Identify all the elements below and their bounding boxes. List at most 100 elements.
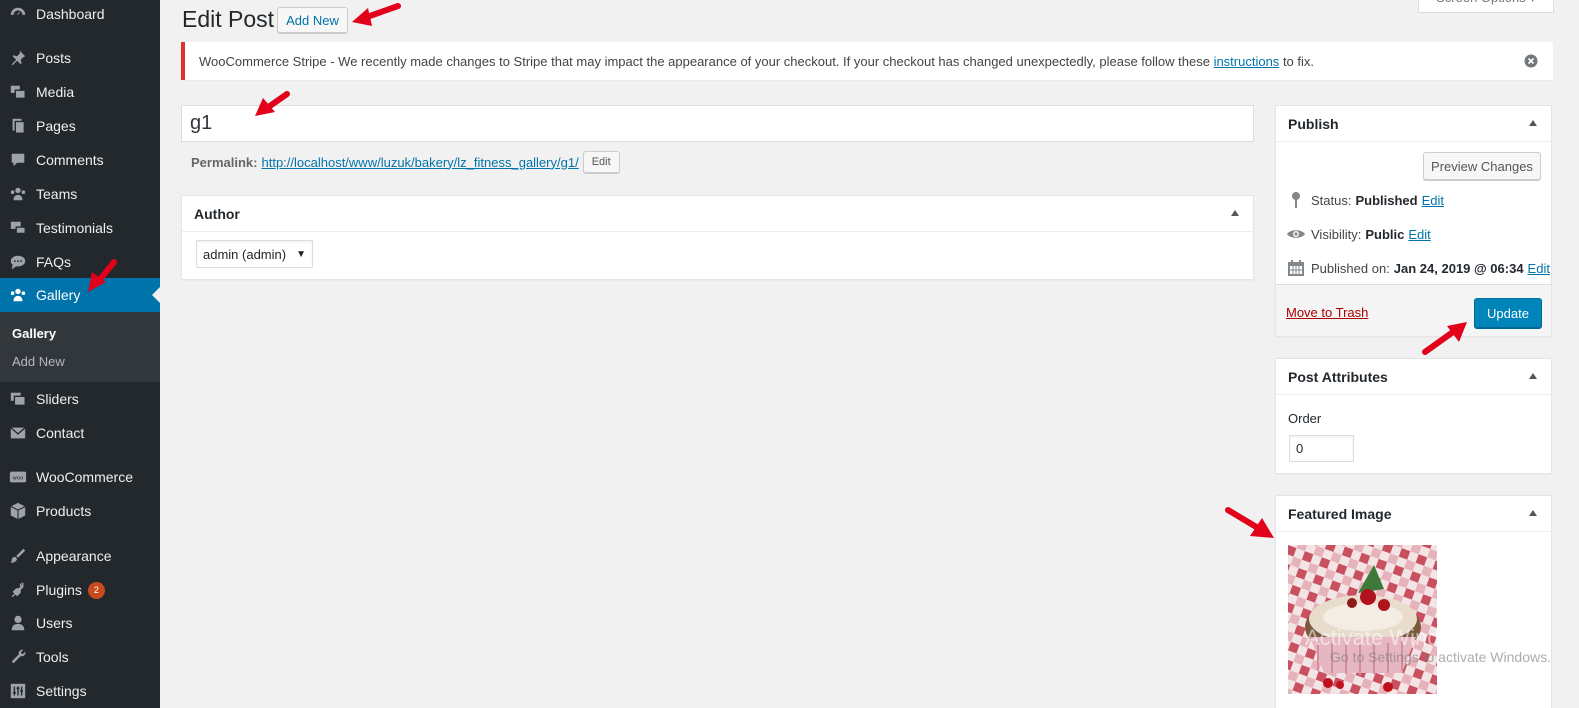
menu-sliders[interactable]: Sliders [0, 382, 160, 416]
visibility-row: Visibility: Public Edit [1286, 224, 1431, 244]
svg-text:woo: woo [13, 476, 24, 482]
menu-label: Media [36, 84, 75, 100]
annotation-arrow-update [1422, 322, 1467, 355]
menu-plugins[interactable]: Plugins 2 [0, 573, 160, 607]
menu-settings[interactable]: Settings [0, 674, 160, 708]
publish-metabox: Publish Preview Changes Status: Published… [1275, 105, 1552, 337]
annotation-arrow-gallery [88, 259, 117, 292]
dashboard-icon [8, 4, 28, 24]
email-icon [8, 423, 28, 443]
menu-faqs[interactable]: FAQs [0, 245, 160, 279]
visibility-edit-link[interactable]: Edit [1408, 227, 1430, 242]
menu-gallery[interactable]: Gallery [0, 278, 160, 312]
featured-image-title: Featured Image [1288, 505, 1392, 522]
screen-options-button[interactable]: Screen Options ▾ [1418, 0, 1554, 13]
menu-posts[interactable]: Posts [0, 41, 160, 75]
permalink-link[interactable]: http://localhost/www/luzuk/bakery/lz_fit… [261, 155, 578, 170]
settings-icon [8, 681, 28, 701]
author-metabox: Author admin (admin) ▼ [181, 195, 1254, 280]
activate-windows-watermark: Activate Windows [1305, 625, 1479, 650]
order-input[interactable]: 0 [1289, 435, 1354, 462]
menu-label: Testimonials [36, 220, 114, 236]
preview-changes-button[interactable]: Preview Changes [1423, 152, 1541, 180]
menu-testimonials[interactable]: Testimonials [0, 211, 160, 245]
admin-sidebar: Dashboard Posts Media Pages Comments Tea… [0, 0, 160, 708]
stripe-notice: WooCommerce Stripe - We recently made ch… [181, 42, 1553, 80]
post-attributes-metabox: Post Attributes Order 0 [1275, 358, 1552, 474]
plugin-icon [8, 580, 28, 600]
menu-label: Comments [36, 152, 104, 168]
post-title-input[interactable]: g1 [181, 105, 1254, 142]
submenu-gallery[interactable]: Gallery [12, 326, 56, 341]
annotation-arrow-featured-image [1225, 507, 1274, 538]
menu-label: Sliders [36, 391, 79, 407]
date-edit-link[interactable]: Edit [1528, 261, 1550, 276]
dismiss-icon[interactable] [1523, 53, 1539, 69]
menu-appearance[interactable]: Appearance [0, 539, 160, 573]
collapse-arrow-icon[interactable] [1529, 373, 1537, 379]
notice-text: WooCommerce Stripe - We recently made ch… [199, 53, 1315, 69]
add-new-button[interactable]: Add New [277, 7, 348, 33]
status-row: Status: Published Edit [1286, 190, 1444, 210]
publish-header[interactable]: Publish [1276, 106, 1551, 142]
pages-icon [8, 116, 28, 136]
comments-icon [8, 150, 28, 170]
notice-instructions-link[interactable]: instructions [1214, 54, 1280, 69]
groups-icon [8, 285, 28, 305]
collapse-arrow-icon[interactable] [1529, 510, 1537, 516]
menu-teams[interactable]: Teams [0, 177, 160, 211]
gallery-submenu: Gallery Add New [0, 312, 160, 382]
author-title: Author [194, 205, 240, 222]
page-title: Edit Post [182, 6, 275, 32]
menu-label: Appearance [36, 548, 112, 564]
author-header[interactable]: Author [182, 196, 1253, 232]
menu-label: FAQs [36, 254, 72, 270]
menu-label: Contact [36, 425, 85, 441]
menu-contact[interactable]: Contact [0, 416, 160, 450]
post-attributes-header[interactable]: Post Attributes [1276, 359, 1551, 395]
dropdown-arrow-icon: ▼ [296, 249, 306, 260]
menu-tools[interactable]: Tools [0, 640, 160, 674]
submenu-add-new[interactable]: Add New [12, 354, 65, 369]
status-edit-link[interactable]: Edit [1422, 193, 1444, 208]
menu-label: Dashboard [36, 6, 105, 22]
permalink-label: Permalink: [191, 154, 258, 170]
collapse-arrow-icon[interactable] [1529, 120, 1537, 126]
activate-windows-hint: Go to Settings to activate Windows. [1330, 649, 1551, 665]
permalink-edit-button[interactable]: Edit [582, 151, 620, 173]
menu-media[interactable]: Media [0, 75, 160, 109]
chat-icon [8, 252, 28, 272]
update-button[interactable]: Update [1474, 298, 1542, 328]
calendar-icon [1286, 258, 1306, 278]
featured-image-header[interactable]: Featured Image [1276, 496, 1551, 532]
user-icon [8, 613, 28, 633]
eye-icon [1286, 224, 1306, 244]
menu-comments[interactable]: Comments [0, 143, 160, 177]
post-attributes-title: Post Attributes [1288, 368, 1388, 385]
brush-icon [8, 546, 28, 566]
move-to-trash-link[interactable]: Move to Trash [1286, 305, 1368, 320]
testimonial-icon [8, 218, 28, 238]
menu-woocommerce[interactable]: woo WooCommerce [0, 460, 160, 494]
box-icon [8, 501, 28, 521]
featured-image-thumbnail[interactable] [1288, 545, 1437, 694]
menu-pages[interactable]: Pages [0, 109, 160, 143]
featured-image-metabox: Featured Image [1275, 495, 1552, 708]
menu-dashboard[interactable]: Dashboard [0, 0, 160, 31]
pin-icon [8, 48, 28, 68]
collapse-arrow-icon[interactable] [1231, 210, 1239, 216]
media-icon [8, 82, 28, 102]
menu-label: Pages [36, 118, 76, 134]
author-select[interactable]: admin (admin) ▼ [196, 240, 313, 268]
annotation-arrow-title [255, 91, 290, 116]
menu-label: Teams [36, 186, 78, 202]
menu-label: WooCommerce [36, 469, 133, 485]
annotation-arrow-add-new [352, 3, 401, 26]
published-row: Published on: Jan 24, 2019 @ 06:34 Edit [1286, 258, 1550, 278]
plugins-update-badge: 2 [87, 581, 105, 599]
menu-products[interactable]: Products [0, 494, 160, 528]
menu-users[interactable]: Users [0, 606, 160, 640]
menu-label: Tools [36, 649, 69, 665]
publish-actions: Move to Trash Update [1276, 284, 1551, 336]
woo-icon: woo [8, 467, 28, 487]
